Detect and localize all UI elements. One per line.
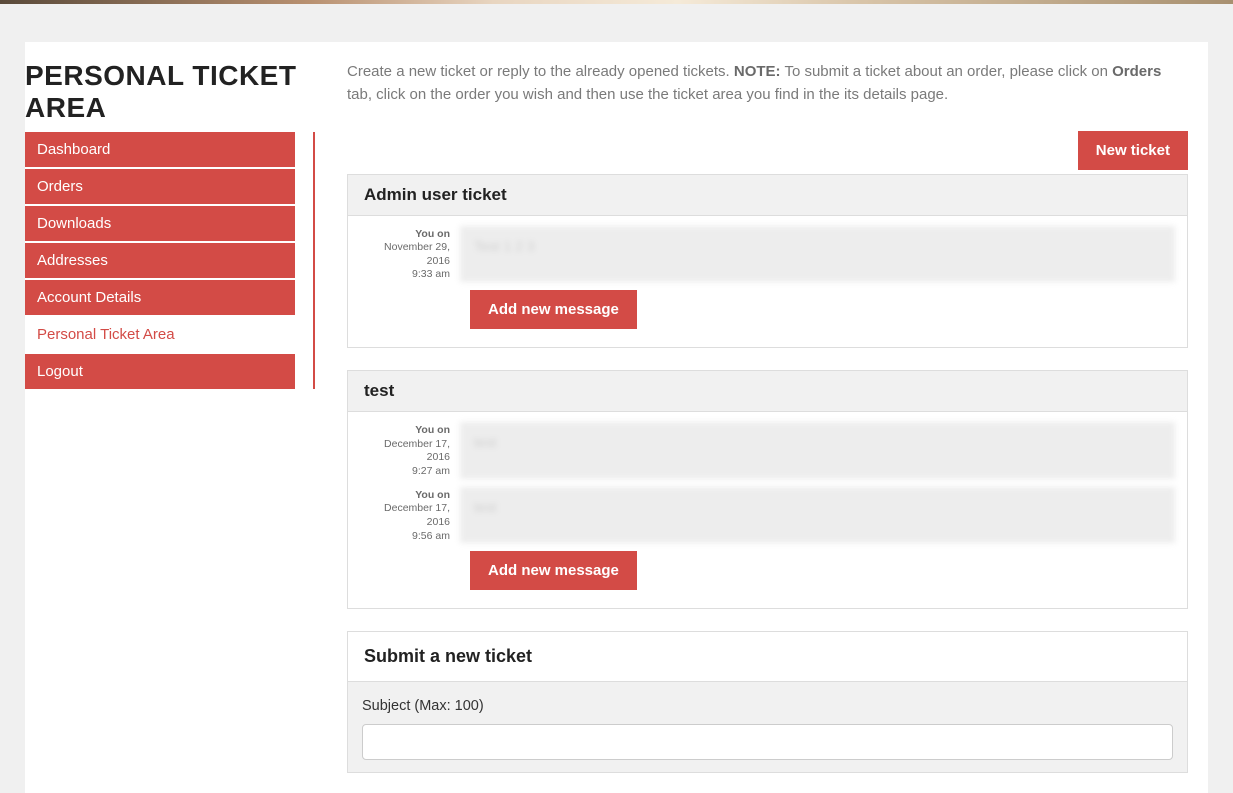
message-time: 9:27 am	[412, 465, 450, 477]
message-body-blurred: test	[460, 487, 1175, 544]
sidebar-item-personal-ticket-area[interactable]: Personal Ticket Area	[25, 317, 295, 352]
subject-input[interactable]	[362, 724, 1173, 760]
sidebar-nav: Dashboard Orders Downloads Addresses Acc…	[25, 132, 315, 389]
message-meta: You on December 17, 2016 9:27 am	[360, 422, 460, 479]
subject-label: Subject (Max: 100)	[362, 698, 1173, 714]
sidebar-item-orders[interactable]: Orders	[25, 169, 295, 204]
submit-ticket-header: Submit a new ticket	[348, 632, 1187, 682]
message-date: November 29, 2016	[384, 241, 450, 267]
ticket-body: You on December 17, 2016 9:27 am test Yo…	[348, 412, 1187, 608]
ticket-box: test You on December 17, 2016 9:27 am te…	[347, 370, 1188, 609]
message-who: You on	[415, 489, 450, 501]
submit-ticket-body: Subject (Max: 100)	[348, 682, 1187, 772]
message-date: December 17, 2016	[384, 438, 450, 464]
left-column: PERSONAL TICKET AREA Dashboard Orders Do…	[25, 60, 315, 793]
add-message-button[interactable]: Add new message	[470, 551, 637, 590]
message-body-blurred: test	[460, 422, 1175, 479]
ticket-body: You on November 29, 2016 9:33 am Test 1 …	[348, 216, 1187, 348]
main-panel: PERSONAL TICKET AREA Dashboard Orders Do…	[25, 42, 1208, 793]
intro-pre: Create a new ticket or reply to the alre…	[347, 63, 734, 80]
page-container: PERSONAL TICKET AREA Dashboard Orders Do…	[25, 4, 1208, 793]
sidebar-item-dashboard[interactable]: Dashboard	[25, 132, 295, 167]
new-ticket-row: New ticket	[347, 131, 1188, 170]
add-message-row: Add new message	[360, 551, 1175, 590]
message-who: You on	[415, 424, 450, 436]
ticket-title: Admin user ticket	[348, 175, 1187, 216]
ticket-message: You on December 17, 2016 9:27 am test	[360, 422, 1175, 479]
ticket-message: You on December 17, 2016 9:56 am test	[360, 487, 1175, 544]
intro-text: Create a new ticket or reply to the alre…	[347, 60, 1188, 107]
message-meta: You on November 29, 2016 9:33 am	[360, 226, 460, 283]
sidebar-item-downloads[interactable]: Downloads	[25, 206, 295, 241]
message-who: You on	[415, 228, 450, 240]
sidebar-item-addresses[interactable]: Addresses	[25, 243, 295, 278]
ticket-title: test	[348, 371, 1187, 412]
ticket-box: Admin user ticket You on November 29, 20…	[347, 174, 1188, 349]
message-meta: You on December 17, 2016 9:56 am	[360, 487, 460, 544]
intro-note-text: To submit a ticket about an order, pleas…	[781, 63, 1113, 80]
message-time: 9:56 am	[412, 530, 450, 542]
intro-tail: tab, click on the order you wish and the…	[347, 86, 948, 103]
add-message-button[interactable]: Add new message	[470, 290, 637, 329]
sidebar-item-account-details[interactable]: Account Details	[25, 280, 295, 315]
intro-note-label: NOTE:	[734, 63, 781, 80]
submit-ticket-box: Submit a new ticket Subject (Max: 100)	[347, 631, 1188, 773]
message-time: 9:33 am	[412, 268, 450, 280]
sidebar-item-logout[interactable]: Logout	[25, 354, 295, 389]
intro-orders-bold: Orders	[1112, 63, 1161, 80]
page-title: PERSONAL TICKET AREA	[25, 60, 315, 124]
new-ticket-button[interactable]: New ticket	[1078, 131, 1188, 170]
ticket-message: You on November 29, 2016 9:33 am Test 1 …	[360, 226, 1175, 283]
add-message-row: Add new message	[360, 290, 1175, 329]
message-body-blurred: Test 1 2 3	[460, 226, 1175, 283]
content-column: Create a new ticket or reply to the alre…	[315, 60, 1188, 793]
message-date: December 17, 2016	[384, 502, 450, 528]
